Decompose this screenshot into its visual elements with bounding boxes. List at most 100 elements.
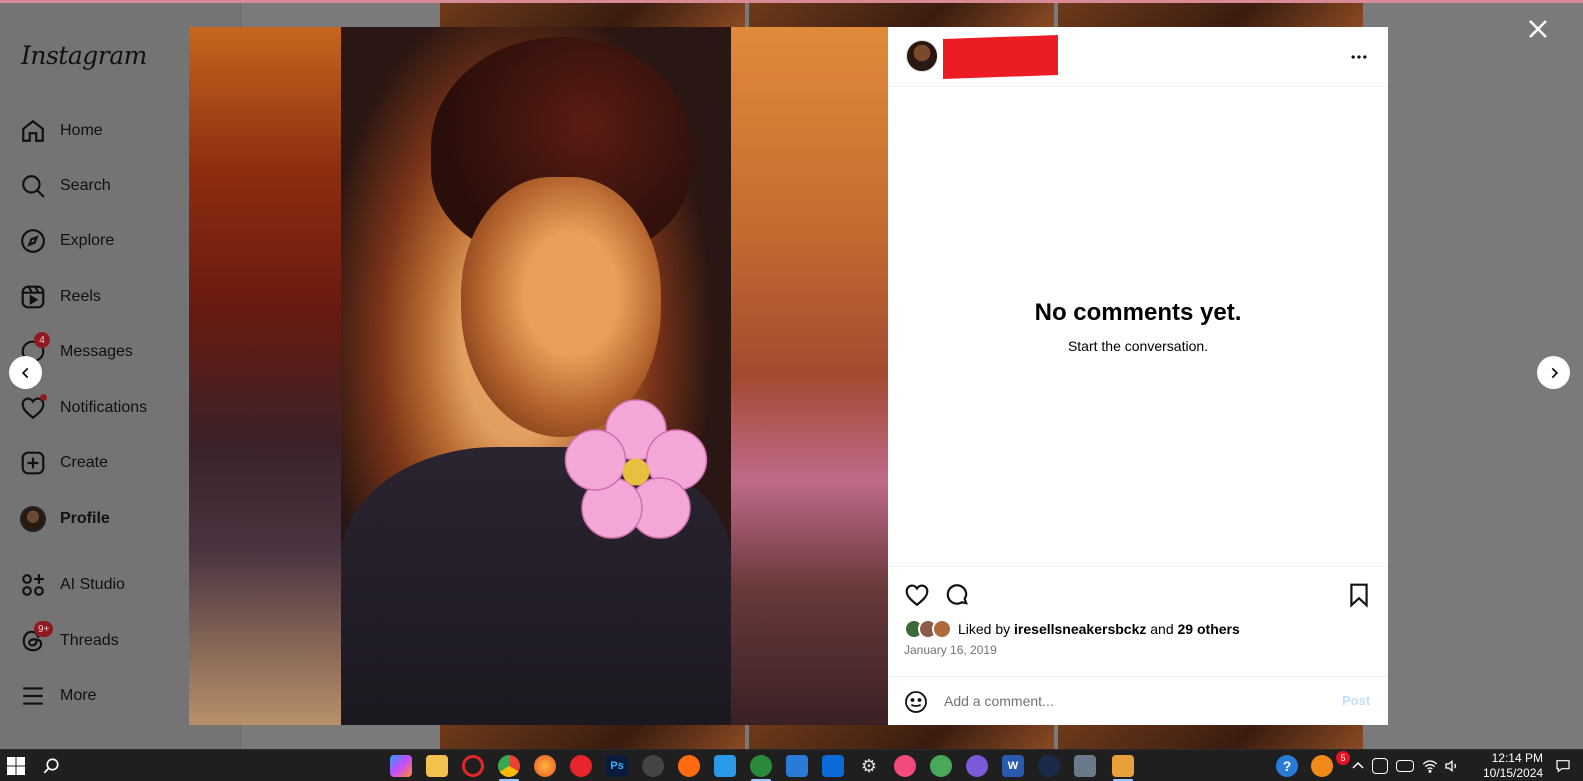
notification-dot bbox=[40, 394, 47, 401]
clock-date: 10/15/2024 bbox=[1483, 766, 1544, 780]
wifi-icon[interactable] bbox=[1422, 758, 1438, 774]
sidebar-item-label: AI Studio bbox=[60, 576, 125, 593]
liker-avatar bbox=[932, 619, 952, 639]
word-icon[interactable]: W bbox=[1002, 755, 1024, 777]
steam-icon[interactable] bbox=[1038, 755, 1060, 777]
photoshop-icon[interactable]: Ps bbox=[606, 755, 628, 777]
tray-app-icon[interactable] bbox=[1311, 755, 1333, 777]
sidebar-item-create[interactable]: Create bbox=[20, 447, 108, 479]
opera-icon[interactable] bbox=[462, 755, 484, 777]
volume-icon[interactable] bbox=[1444, 758, 1460, 774]
itunes-icon[interactable] bbox=[894, 755, 916, 777]
post-date[interactable]: January 16, 2019 bbox=[904, 643, 997, 657]
grid-tile bbox=[440, 725, 745, 749]
reels-icon bbox=[21, 285, 45, 309]
avatar bbox=[20, 506, 46, 532]
instagram-logo[interactable]: Instagram bbox=[21, 41, 147, 70]
threads-badge: 9+ bbox=[34, 621, 54, 637]
comment-bar: Post bbox=[888, 676, 1388, 725]
liked-by-user-link[interactable]: iresellsneakersbckz bbox=[1014, 621, 1146, 637]
chrome-icon[interactable] bbox=[498, 755, 520, 777]
tray-icon[interactable] bbox=[1372, 758, 1388, 774]
redacted-username bbox=[943, 34, 1058, 80]
sidebar-item-home[interactable]: Home bbox=[20, 115, 103, 147]
messages-badge: 4 bbox=[34, 332, 50, 348]
sidebar-item-more[interactable]: More bbox=[20, 680, 96, 712]
grid-tile bbox=[1058, 725, 1363, 749]
liked-by-others-link[interactable]: 29 others bbox=[1178, 621, 1240, 637]
emoji-icon[interactable] bbox=[904, 690, 928, 714]
flower-sticker bbox=[564, 399, 708, 539]
tray-notification-badge: 5 bbox=[1336, 751, 1350, 765]
app-icon[interactable] bbox=[714, 755, 736, 777]
microsoft-store-icon[interactable] bbox=[786, 755, 808, 777]
liked-by-and: and bbox=[1150, 621, 1174, 637]
app-icon[interactable] bbox=[642, 755, 664, 777]
post-comment-button[interactable]: Post bbox=[1342, 693, 1370, 708]
sidebar-item-label: Profile bbox=[60, 510, 110, 527]
sidebar-item-threads[interactable]: 9+ Threads bbox=[20, 621, 119, 657]
outlook-icon[interactable] bbox=[822, 755, 844, 777]
sidebar-item-notifications[interactable]: Notifications bbox=[20, 392, 147, 424]
opera-gx-icon[interactable] bbox=[570, 755, 592, 777]
compass-icon bbox=[21, 229, 45, 253]
like-heart-icon[interactable] bbox=[904, 582, 930, 608]
help-icon[interactable]: ? bbox=[1276, 755, 1298, 777]
grid-tile bbox=[1058, 3, 1363, 27]
settings-gear-icon[interactable]: ⚙ bbox=[858, 755, 880, 777]
next-post-button[interactable] bbox=[1537, 356, 1570, 389]
chevron-left-icon bbox=[21, 367, 28, 378]
sidebar-item-search[interactable]: Search bbox=[20, 170, 111, 202]
notification-center-icon[interactable] bbox=[1555, 758, 1571, 774]
app-icon[interactable] bbox=[1112, 755, 1134, 777]
sidebar-item-label: Home bbox=[60, 122, 103, 139]
hamburger-icon bbox=[23, 687, 43, 705]
windows-taskbar: Ps ⚙ W ? 5 12:14 PM 10/15/2024 bbox=[0, 749, 1583, 781]
sidebar-item-label: Create bbox=[60, 454, 109, 471]
author-avatar[interactable] bbox=[906, 40, 938, 72]
sidebar-item-reels[interactable]: Reels bbox=[20, 281, 101, 313]
post-photo bbox=[341, 27, 731, 725]
media-blur-right bbox=[729, 27, 888, 725]
sidebar-item-explore[interactable]: Explore bbox=[20, 225, 114, 257]
bookmark-icon[interactable] bbox=[1346, 582, 1372, 608]
app-icon[interactable] bbox=[678, 755, 700, 777]
grid-tile bbox=[749, 3, 1054, 27]
file-explorer-icon[interactable] bbox=[426, 755, 448, 777]
sidebar-item-label: Explore bbox=[60, 232, 115, 249]
app-icon[interactable] bbox=[750, 755, 772, 777]
post-media[interactable] bbox=[189, 27, 888, 725]
taskbar-search-icon[interactable] bbox=[42, 757, 60, 775]
liked-by-summary: Liked by iresellsneakersbckz and 29 othe… bbox=[904, 619, 1240, 639]
no-comments-title: No comments yet. bbox=[1034, 299, 1242, 326]
comment-input[interactable] bbox=[944, 688, 1324, 714]
plus-square-icon bbox=[21, 451, 45, 475]
sidebar-item-label: Threads bbox=[60, 632, 119, 649]
more-options-icon[interactable] bbox=[1348, 47, 1370, 67]
firefox-icon[interactable] bbox=[534, 755, 556, 777]
comment-icon[interactable] bbox=[944, 582, 970, 608]
camera-icon[interactable] bbox=[1074, 755, 1096, 777]
windows-start-icon[interactable] bbox=[7, 757, 25, 775]
chevron-up-icon[interactable] bbox=[1352, 760, 1364, 770]
sidebar-item-label: Search bbox=[60, 177, 111, 194]
system-clock[interactable]: 12:14 PM 10/15/2024 bbox=[1483, 751, 1543, 781]
app-icon[interactable] bbox=[966, 755, 988, 777]
ai-studio-icon bbox=[22, 574, 44, 596]
sidebar-item-label: More bbox=[60, 687, 97, 704]
sidebar-item-profile[interactable]: Profile bbox=[20, 503, 110, 535]
no-comments-subtitle: Start the conversation. bbox=[1067, 338, 1209, 354]
previous-post-button[interactable] bbox=[9, 356, 42, 389]
battery-icon[interactable] bbox=[1396, 760, 1414, 772]
post-actions: Liked by iresellsneakersbckz and 29 othe… bbox=[888, 566, 1388, 676]
app-icon[interactable] bbox=[930, 755, 952, 777]
sidebar-item-ai-studio[interactable]: AI Studio bbox=[20, 569, 125, 601]
close-icon[interactable] bbox=[1526, 17, 1550, 41]
post-details-panel: No comments yet. Start the conversation.… bbox=[888, 27, 1388, 725]
sidebar-item-label: Notifications bbox=[60, 399, 148, 416]
copilot-icon[interactable] bbox=[390, 755, 412, 777]
chevron-right-icon bbox=[1551, 367, 1558, 378]
search-icon bbox=[22, 175, 45, 198]
sidebar-item-label: Messages bbox=[60, 343, 133, 360]
home-icon bbox=[22, 119, 44, 142]
